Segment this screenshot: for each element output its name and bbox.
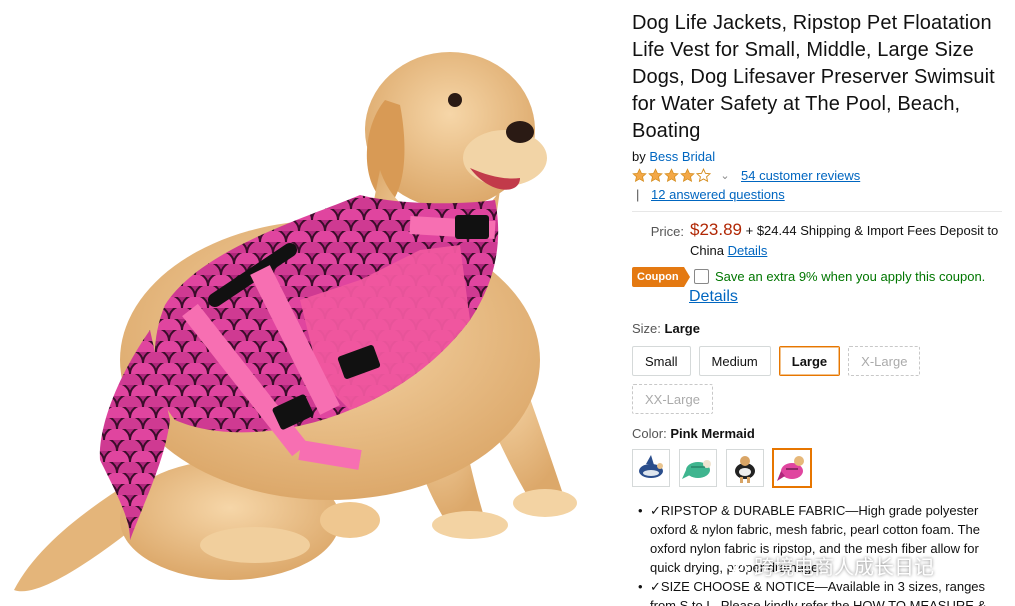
price-value: $23.89 bbox=[690, 220, 742, 239]
size-option-xx-large[interactable]: XX-Large bbox=[632, 384, 713, 414]
color-label-row: Color: Pink Mermaid bbox=[632, 426, 1002, 441]
chevron-down-icon[interactable]: ⌄ bbox=[719, 169, 731, 182]
green-mermaid-vest-icon bbox=[682, 460, 711, 479]
coupon-checkbox[interactable] bbox=[694, 269, 709, 284]
feature-bullet: ✓SIZE CHOOSE & NOTICE—Available in 3 siz… bbox=[632, 577, 1002, 606]
brand-link[interactable]: Bess Bridal bbox=[649, 149, 715, 164]
size-option-x-large[interactable]: X-Large bbox=[848, 346, 921, 376]
shark-vest-icon bbox=[639, 455, 663, 478]
watermark: 跨境电商人成长日记 bbox=[726, 551, 934, 580]
watermark-text: 跨境电商人成长日记 bbox=[754, 557, 934, 579]
shipping-details-link[interactable]: Details bbox=[728, 243, 768, 258]
black-white-vest-icon bbox=[735, 456, 755, 483]
star-full-icon bbox=[648, 168, 663, 183]
product-title: Dog Life Jackets, Ripstop Pet Floatation… bbox=[632, 12, 995, 142]
rating-row: ⌄ 54 customer reviews bbox=[632, 168, 1002, 183]
size-option-medium[interactable]: Medium bbox=[698, 346, 771, 376]
customer-reviews-link[interactable]: 54 customer reviews bbox=[741, 168, 860, 183]
star-full-icon bbox=[680, 168, 695, 183]
coupon-badge: Coupon bbox=[632, 267, 690, 287]
swatch-shark[interactable] bbox=[632, 449, 670, 487]
swatch-pink-mermaid[interactable] bbox=[773, 449, 811, 487]
byline-prefix: by bbox=[632, 149, 646, 164]
qa-row: | 12 answered questions bbox=[632, 187, 1002, 202]
star-full-icon bbox=[632, 168, 647, 183]
size-options: Small Medium Large X-Large XX-Large bbox=[632, 346, 932, 414]
color-selected-value: Pink Mermaid bbox=[670, 426, 755, 441]
size-option-small[interactable]: Small bbox=[632, 346, 691, 376]
swatch-green-mermaid[interactable] bbox=[679, 449, 717, 487]
coupon-text: Save an extra 9% when you apply this cou… bbox=[715, 269, 986, 284]
wechat-icon bbox=[726, 556, 748, 575]
star-empty-icon bbox=[696, 168, 711, 183]
color-label: Color: bbox=[632, 426, 667, 441]
dog-in-pink-mermaid-life-jacket-illustration bbox=[14, 52, 577, 592]
swatch-black-white[interactable] bbox=[726, 449, 764, 487]
color-swatches bbox=[632, 449, 1002, 487]
star-full-icon bbox=[664, 168, 679, 183]
star-rating[interactable] bbox=[632, 168, 711, 183]
separator: | bbox=[636, 187, 640, 202]
answered-questions-link[interactable]: 12 answered questions bbox=[651, 187, 785, 202]
product-image[interactable] bbox=[0, 0, 620, 606]
byline: by Bess Bridal bbox=[632, 149, 1002, 164]
divider bbox=[632, 211, 1002, 212]
pink-mermaid-vest-icon bbox=[777, 456, 804, 481]
size-label: Size: bbox=[632, 321, 661, 336]
size-selected-value: Large bbox=[664, 321, 700, 336]
size-option-large[interactable]: Large bbox=[778, 346, 841, 376]
coupon-row: Coupon Save an extra 9% when you apply t… bbox=[632, 267, 1002, 287]
price-label: Price: bbox=[650, 224, 684, 239]
price-row: Price: $23.89 + $24.44 Shipping & Import… bbox=[632, 220, 1002, 261]
price-body: $23.89 + $24.44 Shipping & Import Fees D… bbox=[690, 220, 1002, 261]
product-details-panel: Dog Life Jackets, Ripstop Pet Floatation… bbox=[632, 10, 1002, 606]
size-label-row: Size: Large bbox=[632, 321, 1002, 336]
coupon-details-link[interactable]: Details bbox=[689, 287, 1002, 307]
